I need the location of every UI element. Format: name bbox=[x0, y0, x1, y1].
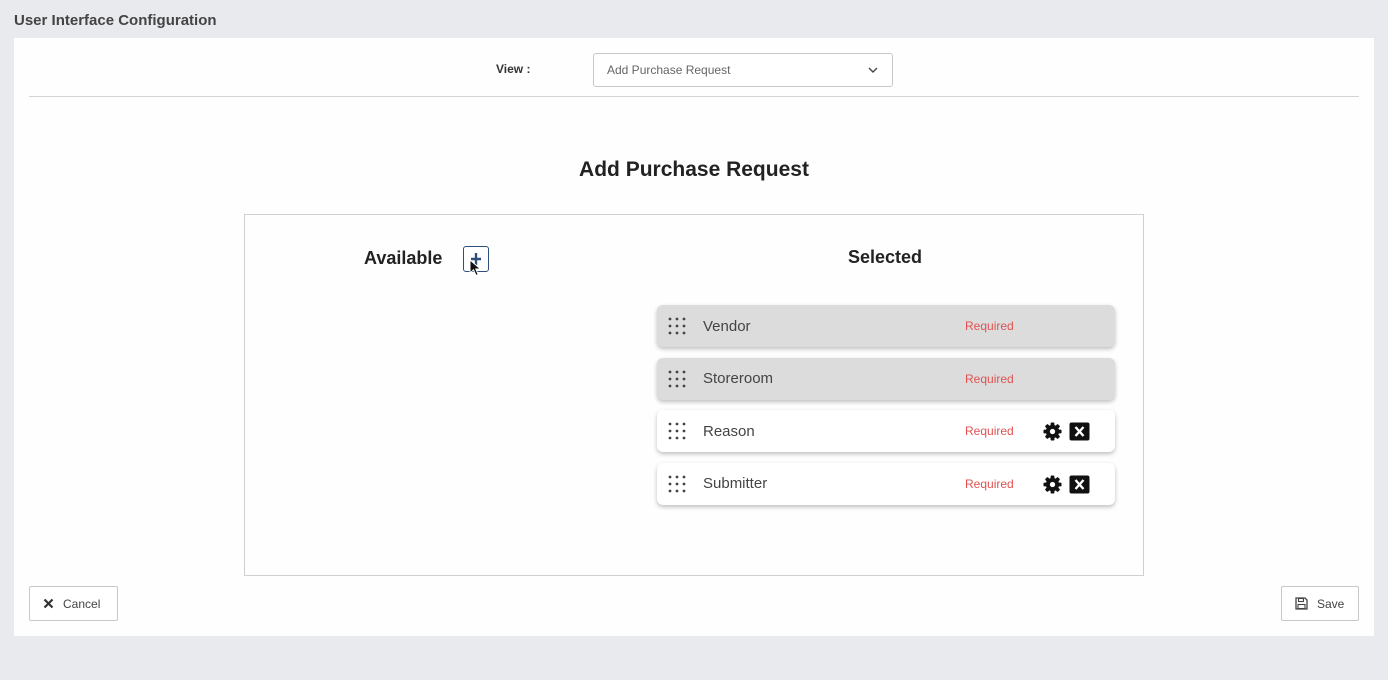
config-card: View : Add Purchase Request Add Purchase… bbox=[14, 38, 1374, 636]
field-name: Vendor bbox=[703, 317, 751, 335]
drag-handle-icon[interactable] bbox=[667, 316, 687, 336]
remove-icon[interactable] bbox=[1069, 475, 1090, 494]
view-selector-row: View : Add Purchase Request bbox=[29, 38, 1359, 97]
field-name: Reason bbox=[703, 422, 755, 440]
selected-field-list: Vendor Required Storeroom Required Reaso… bbox=[657, 305, 1115, 515]
save-label: Save bbox=[1317, 596, 1345, 611]
cancel-button[interactable]: Cancel bbox=[29, 586, 118, 621]
cancel-icon bbox=[43, 598, 54, 609]
selected-field-item[interactable]: Submitter Required bbox=[657, 462, 1115, 505]
cursor-icon bbox=[469, 259, 482, 277]
selected-title: Selected bbox=[848, 247, 923, 267]
field-config-panel: Available Selected Vendor Required Store… bbox=[244, 214, 1144, 576]
available-title: Available bbox=[364, 248, 443, 268]
selected-field-item[interactable]: Reason Required bbox=[657, 410, 1115, 452]
drag-handle-icon[interactable] bbox=[667, 369, 687, 389]
save-icon bbox=[1295, 597, 1308, 610]
field-name: Storeroom bbox=[703, 370, 774, 387]
cancel-label: Cancel bbox=[63, 596, 101, 611]
drag-handle-icon[interactable] bbox=[667, 421, 687, 441]
selected-field-item[interactable]: Storeroom Required bbox=[657, 357, 1115, 400]
field-name: Submitter bbox=[703, 475, 768, 492]
chevron-down-icon bbox=[868, 67, 878, 73]
required-tag: Required bbox=[965, 424, 1014, 438]
save-button[interactable]: Save bbox=[1281, 586, 1359, 621]
selected-field-item[interactable]: Vendor Required bbox=[657, 305, 1115, 347]
drag-handle-icon[interactable] bbox=[667, 474, 687, 494]
remove-icon[interactable] bbox=[1069, 422, 1090, 441]
view-dropdown-value: Add Purchase Request bbox=[607, 63, 731, 77]
required-tag: Required bbox=[965, 319, 1014, 333]
gear-icon[interactable] bbox=[1043, 422, 1062, 441]
required-tag: Required bbox=[965, 371, 1014, 386]
page-title: User Interface Configuration bbox=[14, 12, 217, 29]
view-dropdown[interactable]: Add Purchase Request bbox=[593, 53, 893, 87]
required-tag: Required bbox=[965, 476, 1014, 491]
section-title: Add Purchase Request bbox=[579, 158, 809, 181]
view-label: View : bbox=[496, 62, 531, 76]
gear-icon[interactable] bbox=[1043, 474, 1062, 494]
